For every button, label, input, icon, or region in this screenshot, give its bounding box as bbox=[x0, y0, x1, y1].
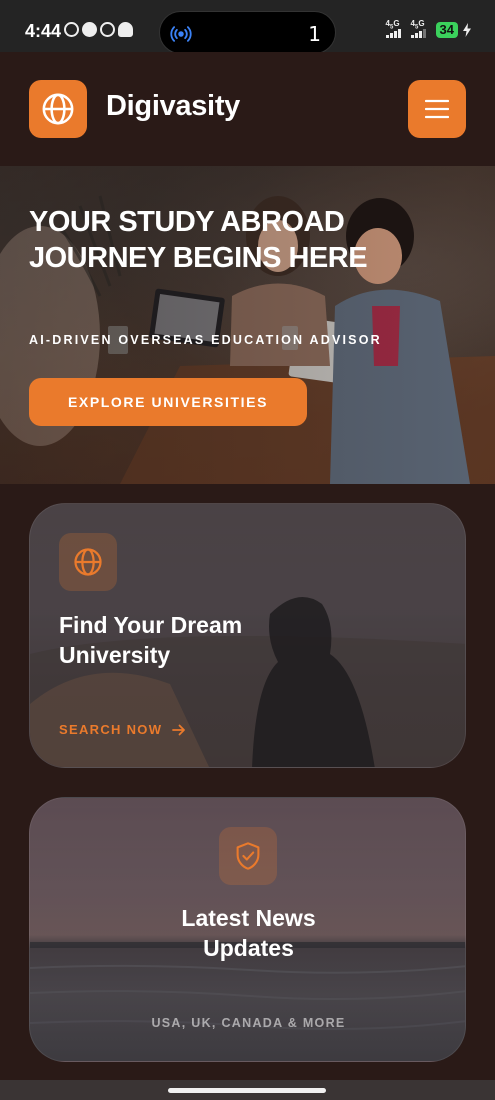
globe-icon bbox=[74, 548, 102, 576]
brand-name[interactable]: Digivasity bbox=[106, 90, 240, 123]
search-now-label: SEARCH NOW bbox=[59, 722, 163, 737]
hamburger-icon bbox=[425, 99, 449, 119]
home-indicator[interactable] bbox=[168, 1088, 326, 1093]
status-right: 45G 45G 34 bbox=[385, 20, 471, 38]
card-icon-container bbox=[59, 533, 117, 591]
search-now-link[interactable]: SEARCH NOW bbox=[59, 722, 186, 737]
find-university-card[interactable]: Find Your Dream University SEARCH NOW bbox=[29, 503, 466, 768]
person-icon bbox=[118, 22, 133, 37]
hero-banner: YOUR STUDY ABROAD JOURNEY BEGINS HERE AI… bbox=[0, 166, 495, 484]
globe-icon bbox=[42, 93, 74, 125]
card-icon-container bbox=[219, 827, 277, 885]
island-count: 1 bbox=[308, 22, 321, 46]
hero-title: YOUR STUDY ABROAD JOURNEY BEGINS HERE bbox=[29, 206, 368, 274]
app-header: Digivasity bbox=[0, 52, 495, 166]
explore-universities-button[interactable]: EXPLORE UNIVERSITIES bbox=[29, 378, 307, 426]
whatsapp-icon bbox=[100, 22, 115, 37]
notification-icons bbox=[64, 22, 133, 37]
charging-bolt-icon bbox=[463, 23, 471, 37]
home-indicator-area bbox=[0, 1080, 495, 1100]
shield-check-icon bbox=[236, 842, 260, 870]
status-time: 4:44 bbox=[25, 21, 62, 41]
broadcast-icon bbox=[170, 26, 192, 42]
card-tags: USA, UK, CANADA & MORE bbox=[151, 1016, 346, 1030]
latest-news-card[interactable]: Latest News Updates USA, UK, CANADA & MO… bbox=[29, 797, 466, 1062]
hero-subtitle: AI-DRIVEN OVERSEAS EDUCATION ADVISOR bbox=[29, 333, 382, 347]
battery-indicator: 34 bbox=[435, 22, 458, 38]
arrow-right-icon bbox=[172, 724, 186, 735]
logo[interactable] bbox=[29, 80, 87, 138]
whatsapp-icon bbox=[64, 22, 79, 37]
signal-icon: 45G bbox=[410, 20, 431, 38]
status-bar: 4:44 1 45G 45G 34 bbox=[0, 0, 495, 54]
chat-bubble-icon bbox=[82, 22, 97, 37]
card-title: Find Your Dream University bbox=[59, 612, 243, 668]
card-title: Latest News Updates bbox=[181, 905, 316, 961]
dynamic-island[interactable]: 1 bbox=[159, 11, 336, 54]
menu-button[interactable] bbox=[408, 80, 466, 138]
signal-icon: 45G bbox=[385, 20, 406, 38]
